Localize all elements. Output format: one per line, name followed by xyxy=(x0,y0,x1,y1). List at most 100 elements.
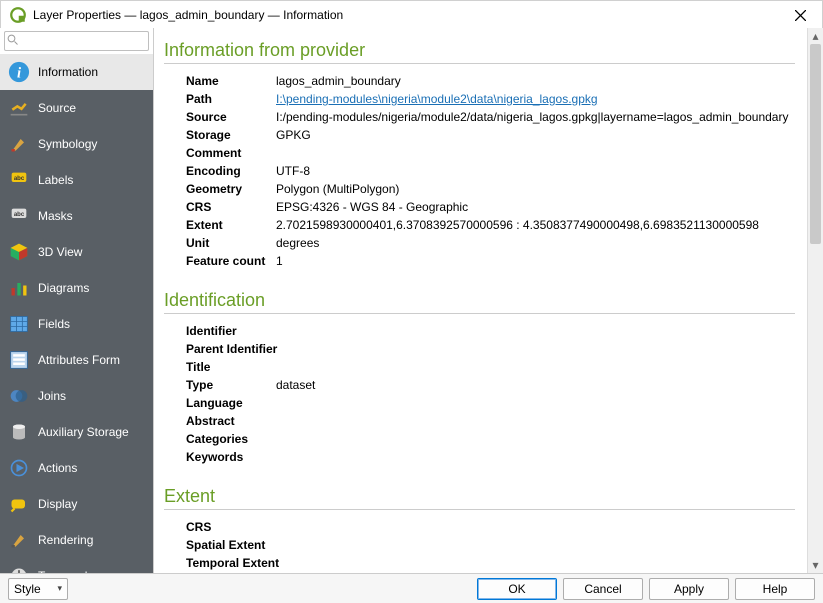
sidebar-item-joins[interactable]: Joins xyxy=(0,378,153,414)
section-heading-provider: Information from provider xyxy=(164,40,795,61)
sidebar-item-masks[interactable]: abc Masks xyxy=(0,198,153,234)
sidebar-item-rendering[interactable]: Rendering xyxy=(0,522,153,558)
label-title: Title xyxy=(186,359,276,375)
value-encoding: UTF-8 xyxy=(276,163,795,179)
help-button[interactable]: Help xyxy=(735,578,815,600)
symbology-icon xyxy=(8,133,30,155)
vertical-scrollbar[interactable]: ▴ ▾ xyxy=(807,28,823,573)
sidebar-item-labels[interactable]: abc Labels xyxy=(0,162,153,198)
value-unit: degrees xyxy=(276,235,795,251)
scroll-down-icon[interactable]: ▾ xyxy=(808,557,823,573)
close-icon xyxy=(795,10,806,21)
sidebar-item-symbology[interactable]: Symbology xyxy=(0,126,153,162)
aux-storage-icon xyxy=(8,421,30,443)
scroll-thumb[interactable] xyxy=(810,44,821,244)
value-path-link[interactable]: I:\pending-modules\nigeria\module2\data\… xyxy=(276,92,598,106)
value-keywords xyxy=(276,449,795,465)
label-crs: CRS xyxy=(186,199,276,215)
main-scroll[interactable]: Information from provider Namelagos_admi… xyxy=(154,28,807,573)
label-path: Path xyxy=(186,91,276,107)
close-button[interactable] xyxy=(786,1,814,29)
dialog-footer: Style ▾ OK Cancel Apply Help xyxy=(0,573,823,603)
sidebar-item-label: Symbology xyxy=(38,137,97,151)
label-feature-count: Feature count xyxy=(186,253,276,269)
apply-button[interactable]: Apply xyxy=(649,578,729,600)
label-geometry: Geometry xyxy=(186,181,276,197)
label-parent-identifier: Parent Identifier xyxy=(186,341,296,357)
joins-icon xyxy=(8,385,30,407)
value-crs: EPSG:4326 - WGS 84 - Geographic xyxy=(276,199,795,215)
label-comment: Comment xyxy=(186,145,276,161)
sidebar-item-fields[interactable]: Fields xyxy=(0,306,153,342)
value-ext-crs xyxy=(276,519,795,535)
cancel-button[interactable]: Cancel xyxy=(563,578,643,600)
value-storage: GPKG xyxy=(276,127,795,143)
label-spatial-extent: Spatial Extent xyxy=(186,537,296,553)
sidebar-item-label: Display xyxy=(38,497,77,511)
value-spatial-extent xyxy=(296,537,795,553)
sidebar-item-label: Labels xyxy=(38,173,73,187)
label-source: Source xyxy=(186,109,276,125)
diagrams-icon xyxy=(8,277,30,299)
value-parent-identifier xyxy=(296,341,795,357)
value-temporal-extent xyxy=(296,555,795,571)
fields-icon xyxy=(8,313,30,335)
label-extent: Extent xyxy=(186,217,276,233)
sidebar-item-display[interactable]: Display xyxy=(0,486,153,522)
sidebar-item-label: Source xyxy=(38,101,76,115)
sidebar-item-temporal[interactable]: Temporal xyxy=(0,558,153,573)
value-identifier xyxy=(276,323,795,339)
sidebar-item-label: Fields xyxy=(38,317,70,331)
value-feature-count: 1 xyxy=(276,253,795,269)
value-name: lagos_admin_boundary xyxy=(276,73,795,89)
section-heading-extent: Extent xyxy=(164,486,795,507)
sidebar-item-auxiliary-storage[interactable]: Auxiliary Storage xyxy=(0,414,153,450)
sidebar-item-actions[interactable]: Actions xyxy=(0,450,153,486)
titlebar: Layer Properties — lagos_admin_boundary … xyxy=(1,1,822,29)
value-source: I:/pending-modules/nigeria/module2/data/… xyxy=(276,109,795,125)
label-keywords: Keywords xyxy=(186,449,276,465)
sidebar-item-label: Masks xyxy=(38,209,73,223)
sidebar-item-information[interactable]: i Information xyxy=(0,54,153,90)
sidebar-list: i Information Source Symbology abc Label… xyxy=(0,54,153,573)
label-name: Name xyxy=(186,73,276,89)
label-abstract: Abstract xyxy=(186,413,276,429)
window-title: Layer Properties — lagos_admin_boundary … xyxy=(33,8,786,22)
qgis-logo-icon xyxy=(9,6,27,24)
masks-icon: abc xyxy=(8,205,30,227)
sidebar-item-label: Actions xyxy=(38,461,77,475)
search-input[interactable] xyxy=(4,31,149,51)
label-unit: Unit xyxy=(186,235,276,251)
value-abstract xyxy=(276,413,795,429)
source-icon xyxy=(8,97,30,119)
sidebar-item-label: Joins xyxy=(38,389,66,403)
scroll-up-icon[interactable]: ▴ xyxy=(808,28,823,44)
style-menu-button[interactable]: Style ▾ xyxy=(8,578,68,600)
sidebar-item-label: 3D View xyxy=(38,245,82,259)
label-language: Language xyxy=(186,395,276,411)
left-panel: i Information Source Symbology abc Label… xyxy=(0,28,154,573)
sidebar-item-source[interactable]: Source xyxy=(0,90,153,126)
temporal-icon xyxy=(8,565,30,573)
value-title xyxy=(276,359,795,375)
value-categories xyxy=(276,431,795,447)
sidebar-item-diagrams[interactable]: Diagrams xyxy=(0,270,153,306)
sidebar-item-label: Information xyxy=(38,65,98,79)
style-button-label: Style xyxy=(14,582,41,596)
ok-button[interactable]: OK xyxy=(477,578,557,600)
value-extent: 2.7021598930000401,6.3708392570000596 : … xyxy=(276,217,795,233)
divider xyxy=(164,63,795,64)
attributes-form-icon xyxy=(8,349,30,371)
value-comment xyxy=(276,145,795,161)
info-icon: i xyxy=(8,61,30,83)
svg-text:abc: abc xyxy=(14,176,25,182)
search-icon xyxy=(7,34,19,49)
sidebar-item-attributes-form[interactable]: Attributes Form xyxy=(0,342,153,378)
sidebar-item-3dview[interactable]: 3D View xyxy=(0,234,153,270)
3dview-icon xyxy=(8,241,30,263)
section-heading-identification: Identification xyxy=(164,290,795,311)
label-temporal-extent: Temporal Extent xyxy=(186,555,296,571)
label-storage: Storage xyxy=(186,127,276,143)
value-geometry: Polygon (MultiPolygon) xyxy=(276,181,795,197)
label-encoding: Encoding xyxy=(186,163,276,179)
